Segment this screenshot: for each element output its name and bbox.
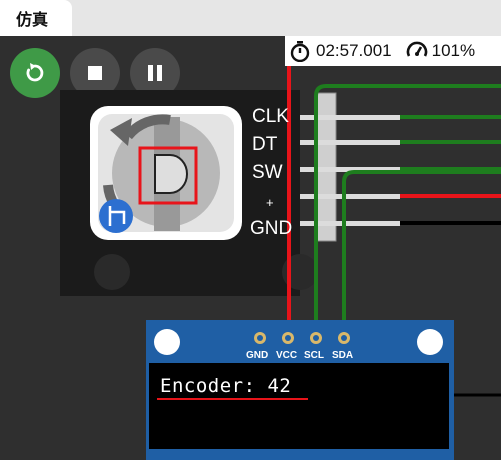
oled-underline-overlay: [157, 377, 308, 400]
